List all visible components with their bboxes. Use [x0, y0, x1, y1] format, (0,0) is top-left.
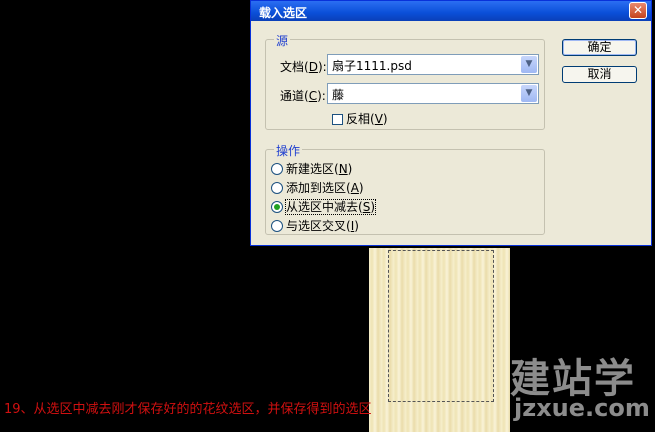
watermark-line2: jzxue.com: [514, 394, 650, 422]
radio-new-selection[interactable]: 新建选区(N): [271, 160, 352, 177]
radio-label: 与选区交叉(I): [286, 219, 359, 233]
dialog-title: 载入选区: [259, 6, 308, 20]
radio-label: 添加到选区(A): [286, 181, 364, 195]
document-select-value: 扇子1111.psd: [332, 59, 412, 73]
radio-label: 从选区中减去(S): [285, 199, 376, 215]
radio-label: 新建选区(N): [286, 162, 353, 176]
document-label: 文档(D):: [280, 60, 327, 74]
radio-intersect-selection[interactable]: 与选区交叉(I): [271, 217, 359, 234]
watermark-logo: 建站学 jzxue.com: [508, 346, 654, 430]
chevron-down-icon[interactable]: ▼: [521, 85, 537, 102]
ok-button[interactable]: 确定: [562, 39, 637, 56]
radio-subtract-from-selection[interactable]: 从选区中减去(S): [271, 198, 376, 215]
source-group-label: 源: [274, 32, 291, 49]
selection-marquee: [388, 250, 494, 402]
operation-group-label: 操作: [274, 142, 303, 159]
channel-label: 通道(C):: [280, 89, 326, 103]
document-select[interactable]: 扇子1111.psd ▼: [327, 54, 539, 75]
tutorial-caption: 19、从选区中减去刚才保存好的的花纹选区，并保存得到的选区: [4, 402, 372, 417]
radio-button[interactable]: [271, 201, 283, 213]
dialog-titlebar[interactable]: 载入选区 ✕: [251, 1, 651, 21]
radio-add-to-selection[interactable]: 添加到选区(A): [271, 179, 364, 196]
cancel-button[interactable]: 取消: [562, 66, 637, 83]
radio-button[interactable]: [271, 220, 283, 232]
channel-select-value: 藤: [332, 88, 345, 102]
source-group: 源 文档(D): 扇子1111.psd ▼ 通道(C): 藤 ▼ 反相(V): [265, 32, 545, 130]
close-button[interactable]: ✕: [629, 2, 647, 19]
radio-button[interactable]: [271, 182, 283, 194]
channel-select[interactable]: 藤 ▼: [327, 83, 539, 104]
invert-label: 反相(V): [346, 112, 388, 126]
radio-button[interactable]: [271, 163, 283, 175]
invert-checkbox-row[interactable]: 反相(V): [332, 110, 388, 127]
chevron-down-icon[interactable]: ▼: [521, 56, 537, 73]
close-icon: ✕: [632, 3, 644, 17]
invert-checkbox[interactable]: [332, 114, 343, 125]
